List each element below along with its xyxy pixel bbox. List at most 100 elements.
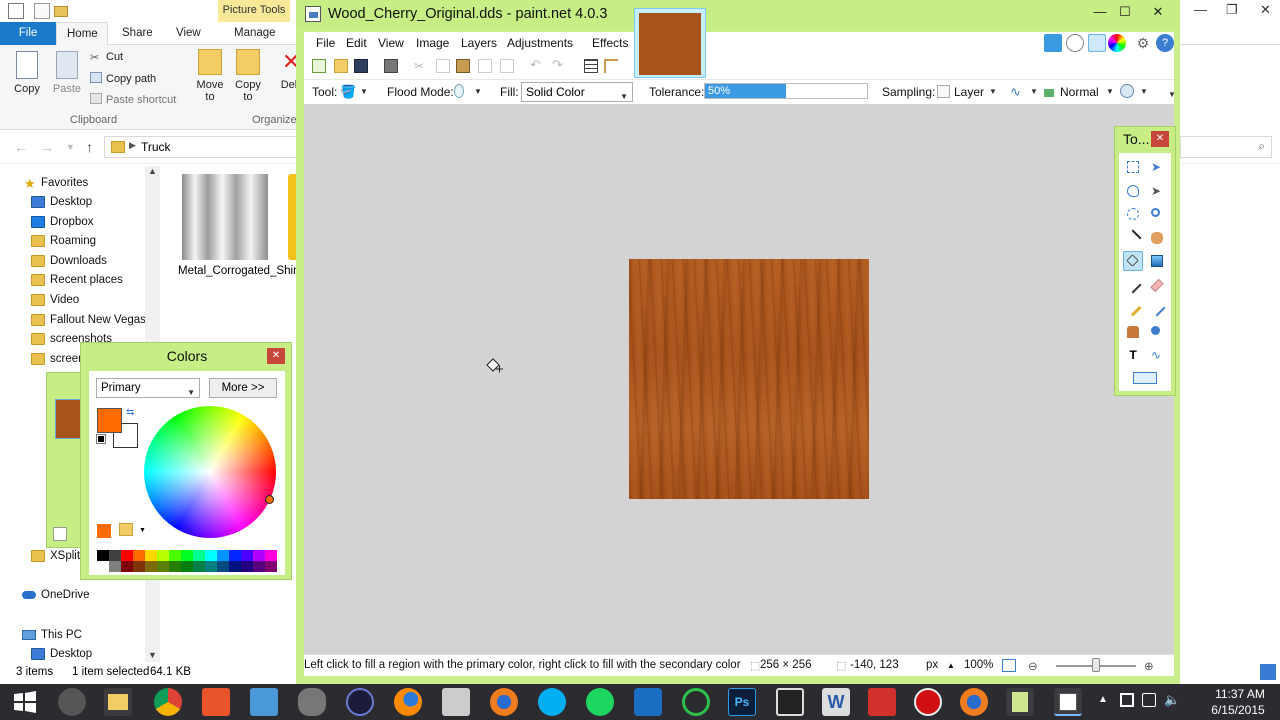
- palette-swatch[interactable]: [217, 550, 229, 561]
- rulers-icon[interactable]: [604, 59, 618, 73]
- toolbar-overflow-icon[interactable]: ▼: [1168, 90, 1176, 99]
- sync-app-icon[interactable]: [682, 688, 710, 716]
- start-button[interactable]: [12, 690, 38, 714]
- pan-tool-icon[interactable]: [1147, 228, 1167, 248]
- palette-swatch[interactable]: [157, 561, 169, 572]
- flood-mode-dropdown-icon[interactable]: ▼: [474, 87, 482, 96]
- palette-swatch[interactable]: [97, 550, 109, 561]
- sketchup-icon[interactable]: [868, 688, 896, 716]
- new-folder-quick-icon[interactable]: [34, 3, 50, 19]
- undo-icon[interactable]: ↶: [530, 58, 544, 73]
- selection-mode-dropdown-icon[interactable]: ▼: [1140, 87, 1148, 96]
- volume-icon[interactable]: 🔈: [1164, 692, 1180, 708]
- layers-window-toggle-icon[interactable]: [1088, 34, 1106, 52]
- palette-swatch[interactable]: [253, 561, 265, 572]
- copy-path-button[interactable]: Copy path: [90, 72, 156, 85]
- address-box[interactable]: ▶ Truck: [104, 136, 300, 158]
- tolerance-slider[interactable]: 50%: [704, 83, 868, 99]
- paintbrush-tool-icon[interactable]: [1123, 275, 1143, 295]
- photoshop-icon[interactable]: Ps: [728, 688, 756, 716]
- menu-file[interactable]: File: [316, 36, 335, 50]
- zoom-out-icon[interactable]: ⊖: [1028, 659, 1038, 673]
- sampling-layer-icon[interactable]: [937, 85, 950, 98]
- maximize-icon[interactable]: ❐: [1226, 2, 1238, 18]
- move-to-button[interactable]: Move to: [194, 49, 226, 103]
- gimp-icon[interactable]: [298, 688, 326, 716]
- palette-swatch[interactable]: [229, 561, 241, 572]
- record-icon[interactable]: [914, 688, 942, 716]
- layer-thumbnail[interactable]: [55, 399, 81, 439]
- unknown-app-icon[interactable]: [442, 688, 470, 716]
- control-panel-icon[interactable]: [250, 688, 278, 716]
- palette-swatch[interactable]: [169, 550, 181, 561]
- teamviewer-icon[interactable]: [634, 688, 662, 716]
- crop-icon[interactable]: [478, 59, 492, 73]
- palette-swatch[interactable]: [193, 550, 205, 561]
- minimize-icon[interactable]: —: [1086, 2, 1114, 22]
- help-icon[interactable]: ?: [1156, 34, 1174, 52]
- menu-effects[interactable]: Effects: [592, 36, 628, 50]
- palette-swatch[interactable]: [265, 561, 277, 572]
- spotify-icon[interactable]: [586, 688, 614, 716]
- paste-icon[interactable]: [456, 59, 470, 73]
- palette-swatch[interactable]: [205, 561, 217, 572]
- color-wheel-handle[interactable]: [265, 495, 274, 504]
- more-button[interactable]: More >>: [209, 378, 277, 398]
- tab-file[interactable]: File: [0, 22, 56, 45]
- line-curve-tool-icon[interactable]: ∿: [1147, 345, 1167, 365]
- word-icon[interactable]: W: [822, 688, 850, 716]
- reset-colors-icon[interactable]: [96, 434, 106, 444]
- image-tab-thumbnail[interactable]: [634, 8, 706, 78]
- maximize-icon[interactable]: ☐: [1111, 2, 1139, 22]
- recent-dropdown-icon[interactable]: ▼: [66, 142, 75, 152]
- palette-swatch[interactable]: [205, 550, 217, 561]
- deselect-icon[interactable]: [500, 59, 514, 73]
- ellipse-select-tool-icon[interactable]: [1123, 204, 1143, 224]
- palette-swatch[interactable]: [109, 561, 121, 572]
- steam-icon[interactable]: [58, 688, 86, 716]
- blend-mode-value[interactable]: Normal: [1060, 85, 1099, 99]
- skype-icon[interactable]: [538, 688, 566, 716]
- new-image-icon[interactable]: [312, 59, 326, 73]
- antialiasing-dropdown-icon[interactable]: ▼: [1030, 87, 1038, 96]
- paste-button[interactable]: Paste: [50, 51, 84, 95]
- print-icon[interactable]: [384, 59, 398, 73]
- tab-manage[interactable]: Manage: [224, 22, 286, 45]
- up-icon[interactable]: ↑: [86, 139, 93, 155]
- back-icon[interactable]: ←: [14, 139, 28, 155]
- menu-edit[interactable]: Edit: [346, 36, 367, 50]
- palette-swatch[interactable]: [181, 550, 193, 561]
- tray-overflow-icon[interactable]: ▲: [1098, 694, 1108, 705]
- primary-color-swatch[interactable]: [97, 408, 122, 433]
- file-label-metal[interactable]: Metal_Corrogated_Shiny: [178, 264, 305, 278]
- palette-swatch[interactable]: [181, 561, 193, 572]
- paint-bucket-icon[interactable]: 🪣: [340, 84, 356, 99]
- details-view-icon[interactable]: [1260, 664, 1276, 680]
- blender-icon-2[interactable]: [960, 688, 988, 716]
- network-icon[interactable]: [1142, 693, 1156, 707]
- recolor-tool-icon[interactable]: [1147, 322, 1167, 342]
- palette-swatch[interactable]: [133, 550, 145, 561]
- save-icon[interactable]: [354, 59, 368, 73]
- properties-icon[interactable]: [8, 3, 24, 19]
- palette-swatch[interactable]: [253, 550, 265, 561]
- menu-image[interactable]: Image: [416, 36, 449, 50]
- menu-view[interactable]: View: [378, 36, 404, 50]
- paint-app-taskbar-icon[interactable]: [202, 688, 230, 716]
- palette-swatch[interactable]: [217, 561, 229, 572]
- file-explorer-taskbar-icon[interactable]: [104, 688, 132, 716]
- palette-swatch[interactable]: [121, 550, 133, 561]
- units-dropdown-icon[interactable]: ▲: [947, 661, 955, 670]
- paint-bucket-tool-icon[interactable]: [1123, 251, 1143, 271]
- settings-gear-icon[interactable]: ⚙: [1134, 34, 1152, 52]
- chrome-icon[interactable]: [154, 688, 182, 716]
- lasso-select-tool-icon[interactable]: [1123, 181, 1143, 201]
- close-icon[interactable]: ✕: [1144, 2, 1172, 22]
- palette-swatch[interactable]: [121, 561, 133, 572]
- magic-wand-tool-icon[interactable]: [1123, 228, 1143, 248]
- tools-panel-close-icon[interactable]: ✕: [1151, 131, 1169, 147]
- pencil-tool-icon[interactable]: [1123, 298, 1143, 318]
- search-input[interactable]: ⌕: [1180, 136, 1272, 158]
- add-layer-icon[interactable]: [53, 527, 67, 541]
- eraser-tool-icon[interactable]: [1147, 275, 1167, 295]
